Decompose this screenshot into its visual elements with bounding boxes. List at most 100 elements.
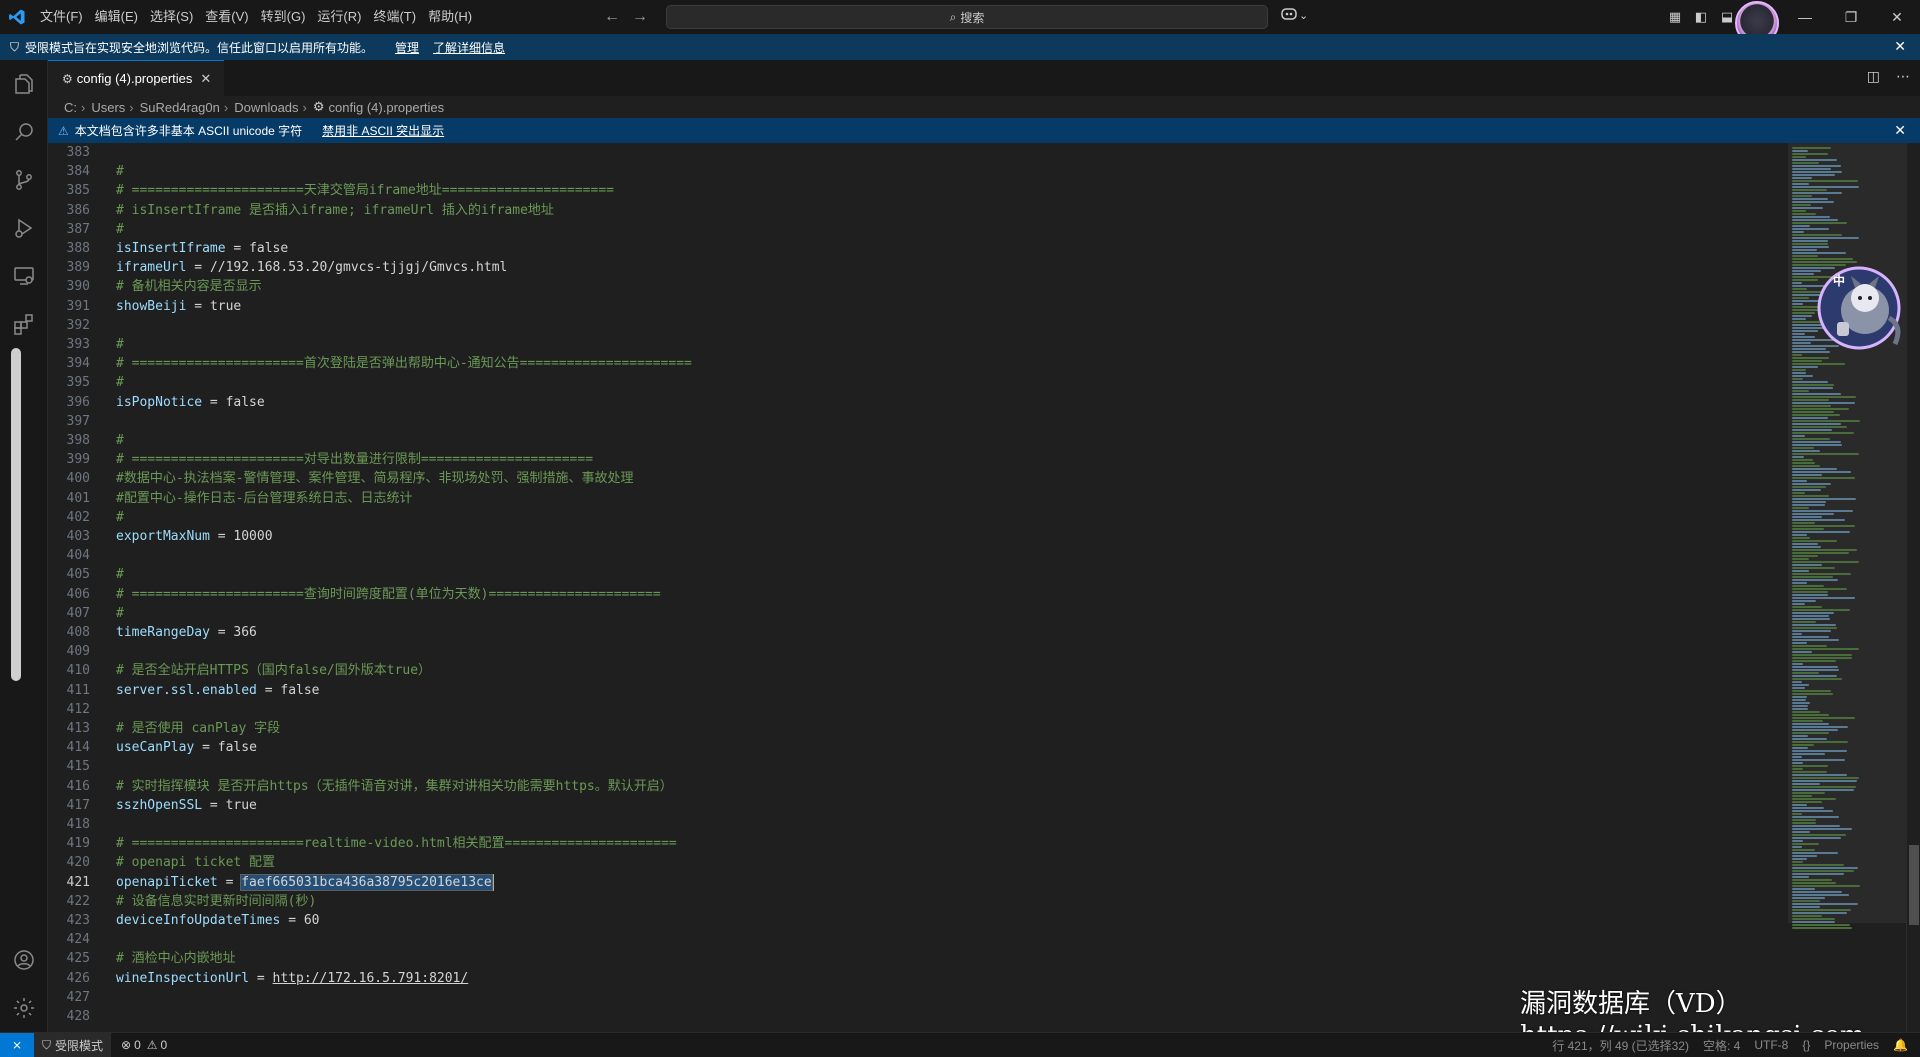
code-line[interactable]: 384 # [48, 162, 1788, 181]
activity-scrollbar[interactable] [11, 348, 21, 681]
code-line[interactable]: 395 # [48, 373, 1788, 392]
settings-gear-icon[interactable] [0, 984, 47, 1032]
code-line[interactable]: 388 isInsertIframe = false [48, 239, 1788, 258]
editor-scrollbar[interactable] [1906, 143, 1920, 1032]
remote-explorer-icon[interactable] [0, 252, 47, 300]
tab-config-properties[interactable]: ⚙ config (4).properties ✕ [48, 60, 224, 96]
cursor-position[interactable]: 行 421，列 49 (已选择32) [1552, 1037, 1689, 1054]
menu-edit[interactable]: 编辑(E) [89, 0, 144, 34]
banner-manage-link[interactable]: 管理 [395, 39, 419, 56]
property-url-link[interactable]: http://172.16.5.791:8201/ [273, 971, 469, 986]
code-line[interactable]: 393 # [48, 335, 1788, 354]
menu-file[interactable]: 文件(F) [34, 0, 89, 34]
command-center-search[interactable]: ⌕ 搜索 [666, 5, 1268, 29]
code-editor[interactable]: 383 384 #385 # ======================天津交管局i… [48, 143, 1788, 1032]
code-line[interactable]: 423 deviceInfoUpdateTimes = 60 [48, 911, 1788, 930]
breadcrumb-downloads[interactable]: Downloads [234, 100, 298, 115]
breadcrumb-users[interactable]: Users [91, 100, 125, 115]
code-line[interactable]: 403 exportMaxNum = 10000 [48, 527, 1788, 546]
code-line[interactable]: 421 openapiTicket = faef665031bca436a3879… [48, 873, 1788, 892]
forward-arrow-icon[interactable]: → [632, 8, 648, 26]
back-arrow-icon[interactable]: ← [604, 8, 620, 26]
encoding[interactable]: UTF-8 [1754, 1038, 1788, 1052]
code-line[interactable]: 425 # 酒检中心内嵌地址 [48, 949, 1788, 968]
menu-selection[interactable]: 选择(S) [144, 0, 199, 34]
restricted-mode-status[interactable]: ⛉ 受限模式 [34, 1033, 112, 1057]
code-line[interactable]: 396 isPopNotice = false [48, 393, 1788, 412]
code-line[interactable]: 408 timeRangeDay = 366 [48, 623, 1788, 642]
minimize-icon[interactable]: — [1782, 0, 1828, 34]
code-line[interactable]: 424 [48, 930, 1788, 949]
breadcrumb-file[interactable]: config (4).properties [329, 100, 445, 115]
editor-scrollbar-thumb[interactable] [1909, 845, 1919, 925]
code-line[interactable]: 412 [48, 700, 1788, 719]
code-line[interactable]: 414 useCanPlay = false [48, 738, 1788, 757]
code-line[interactable]: 402 # [48, 508, 1788, 527]
line-number: 415 [66, 759, 90, 775]
desktop-pet-widget[interactable]: 中 [1815, 258, 1907, 354]
code-line[interactable]: 401 #配置中心-操作日志-后台管理系统日志、日志统计 [48, 489, 1788, 508]
code-line[interactable]: 397 [48, 412, 1788, 431]
line-number: 418 [66, 817, 90, 832]
menu-go[interactable]: 转到(G) [255, 0, 312, 34]
notifications-bell-icon[interactable]: 🔔 [1893, 1038, 1908, 1052]
code-line[interactable]: 410 # 是否全站开启HTTPS（国内false/国外版本true） [48, 661, 1788, 680]
code-line[interactable]: 394 # ======================首次登陆是否弹出帮助中心-… [48, 354, 1788, 373]
code-line[interactable]: 407 # [48, 604, 1788, 623]
code-line[interactable]: 419 # ======================realtime-vide… [48, 834, 1788, 853]
restore-icon[interactable]: ❐ [1828, 0, 1874, 34]
indentation[interactable]: 空格: 4 [1703, 1037, 1740, 1054]
breadcrumb-drive[interactable]: C: [64, 100, 77, 115]
code-line[interactable]: 418 [48, 815, 1788, 834]
menu-view[interactable]: 查看(V) [199, 0, 254, 34]
code-line[interactable]: 399 # ======================对导出数量进行限制====… [48, 450, 1788, 469]
customize-layout-icon[interactable]: ▦ [1662, 0, 1688, 34]
split-editor-icon[interactable]: ◫ [1867, 68, 1880, 85]
code-line[interactable]: 389 iframeUrl = //192.168.53.20/gmvcs-tjj… [48, 258, 1788, 277]
code-line[interactable]: 387 # [48, 220, 1788, 239]
code-line[interactable]: 383 [48, 143, 1788, 162]
code-line[interactable]: 404 [48, 546, 1788, 565]
code-line[interactable]: 420 # openapi ticket 配置 [48, 853, 1788, 872]
more-actions-icon[interactable]: ⋯ [1896, 68, 1910, 85]
toggle-sidebar-icon[interactable]: ◧ [1688, 0, 1714, 34]
accounts-icon[interactable] [0, 936, 47, 984]
code-line[interactable]: 415 [48, 757, 1788, 776]
breadcrumb-user[interactable]: SuRed4rag0n [140, 100, 220, 115]
problems-status[interactable]: ⊗ 0 ⚠ 0 [121, 1038, 167, 1052]
code-line[interactable]: 386 # isInsertIframe 是否插入iframe; iframeUr… [48, 201, 1788, 220]
code-line[interactable]: 398 # [48, 431, 1788, 450]
close-icon[interactable]: ✕ [1894, 122, 1906, 139]
close-icon[interactable]: ✕ [1894, 38, 1906, 55]
code-line[interactable]: 392 [48, 316, 1788, 335]
remote-indicator-icon[interactable]: ⨯ [0, 1033, 34, 1057]
eol-braces-icon[interactable]: {} [1802, 1038, 1810, 1052]
code-line[interactable]: 409 [48, 642, 1788, 661]
close-window-icon[interactable]: ✕ [1874, 0, 1920, 34]
run-debug-icon[interactable] [0, 204, 47, 252]
language-mode[interactable]: Properties [1824, 1038, 1879, 1052]
menu-help[interactable]: 帮助(H) [422, 0, 478, 34]
close-tab-icon[interactable]: ✕ [200, 71, 211, 87]
code-line[interactable]: 406 # ======================查询时间跨度配置(单位为天… [48, 585, 1788, 604]
code-line[interactable]: 391 showBeiji = true [48, 297, 1788, 316]
code-line[interactable]: 426 wineInspectionUrl = http://172.16.5.7… [48, 969, 1788, 988]
banner-learn-more-link[interactable]: 了解详细信息 [433, 39, 505, 56]
disable-highlight-link[interactable]: 禁用非 ASCII 突出显示 [322, 122, 444, 139]
explorer-icon[interactable] [0, 60, 47, 108]
menu-run[interactable]: 运行(R) [311, 0, 367, 34]
code-line[interactable]: 411 server.ssl.enabled = false [48, 681, 1788, 700]
menu-terminal[interactable]: 终端(T) [367, 0, 422, 34]
code-line[interactable]: 417 sszhOpenSSL = true [48, 796, 1788, 815]
code-line[interactable]: 422 # 设备信息实时更新时间间隔(秒) [48, 892, 1788, 911]
code-line[interactable]: 413 # 是否使用 canPlay 字段 [48, 719, 1788, 738]
code-line[interactable]: 390 # 备机相关内容是否显示 [48, 277, 1788, 296]
code-line[interactable]: 416 # 实时指挥模块 是否开启https（无插件语音对讲，集群对讲相关功能需要… [48, 777, 1788, 796]
copilot-button[interactable]: ⌄ [1281, 7, 1308, 24]
code-line[interactable]: 385 # ======================天津交管局iframe地址… [48, 181, 1788, 200]
code-line[interactable]: 405 # [48, 565, 1788, 584]
code-line[interactable]: 400 #数据中心-执法档案-警情管理、案件管理、简易程序、非现场处罚、强制措施、… [48, 469, 1788, 488]
extensions-icon[interactable] [0, 300, 47, 348]
source-control-icon[interactable] [0, 156, 47, 204]
search-sidebar-icon[interactable] [0, 108, 47, 156]
